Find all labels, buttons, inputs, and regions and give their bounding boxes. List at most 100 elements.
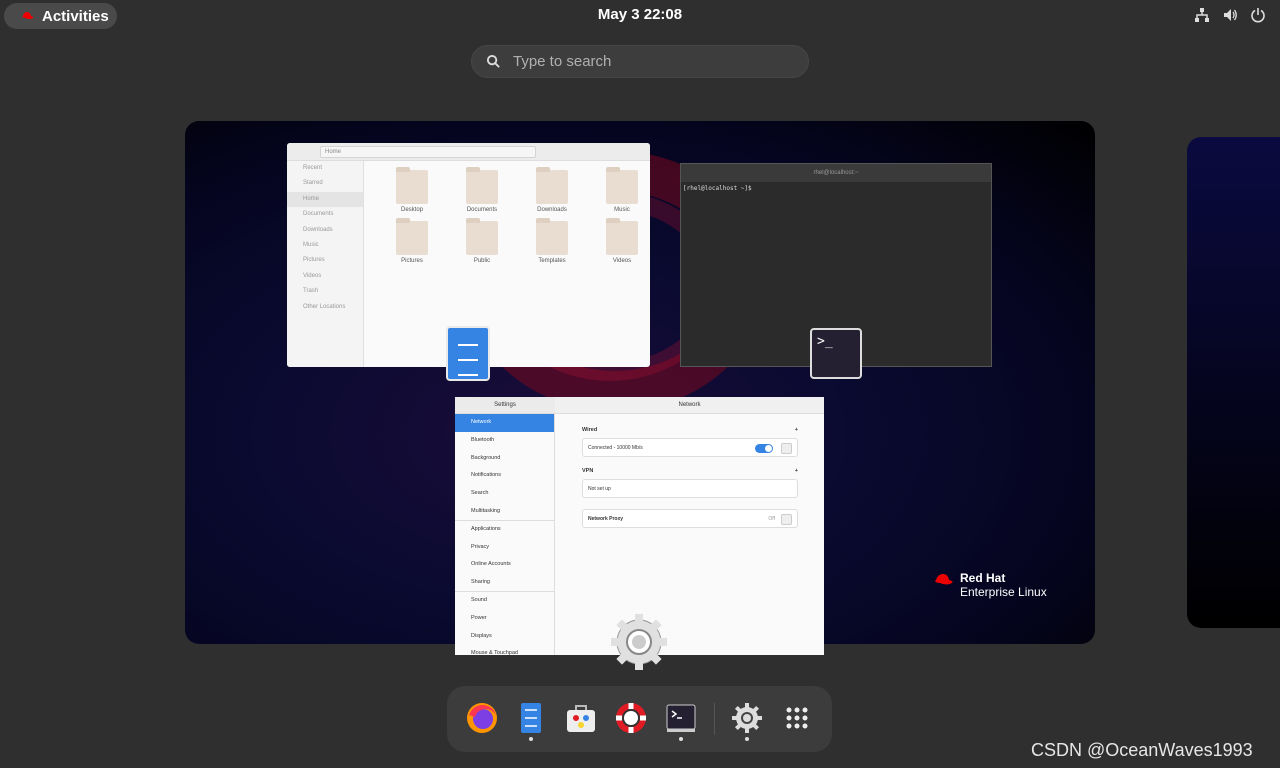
terminal-title: rhel@localhost:~ — [681, 164, 991, 182]
files-sidebar-item[interactable]: Trash — [287, 284, 363, 299]
settings-item-power[interactable]: Power — [455, 610, 554, 628]
watermark: CSDN @OceanWaves1993 — [1031, 740, 1253, 760]
settings-item-applications[interactable]: Applications — [455, 521, 554, 539]
drawer-line — [458, 334, 478, 346]
terminal-app-icon: >_ — [810, 328, 862, 379]
folder-item[interactable]: Downloads — [517, 167, 587, 213]
terminal-prompt[interactable]: [rhel@localhost ~]$ — [681, 182, 991, 195]
folder-icon — [606, 218, 638, 255]
wired-label: Wired — [582, 427, 598, 433]
vpn-section-header: VPN + — [582, 468, 798, 474]
network-panel: Wired + Connected - 10000 Mb/s VPN + Not… — [582, 427, 798, 539]
settings-item-multitasking[interactable]: Multitasking — [455, 503, 554, 521]
running-indicator — [679, 737, 683, 741]
files-sidebar-item[interactable]: Recent — [287, 161, 363, 176]
files-icon[interactable] — [514, 701, 548, 735]
settings-title: Settings — [455, 397, 555, 414]
wired-settings-button[interactable] — [781, 443, 792, 454]
search-input[interactable] — [513, 53, 783, 70]
settings-item-notifications[interactable]: Notifications — [455, 467, 554, 485]
files-sidebar-item[interactable]: Home — [287, 191, 363, 208]
settings-item-online-accounts[interactable]: Online Accounts — [455, 556, 554, 574]
folder-item[interactable]: Public — [447, 218, 517, 264]
wired-section-header: Wired + — [582, 427, 798, 433]
drawer-line — [458, 349, 478, 361]
system-tray[interactable] — [1194, 7, 1266, 23]
dash-separator — [714, 703, 715, 735]
top-bar: Activities May 3 22:08 — [0, 0, 1280, 32]
proxy-row[interactable]: Network Proxy Off — [582, 509, 798, 528]
power-icon[interactable] — [1250, 7, 1266, 23]
settings-item-sound[interactable]: Sound — [455, 592, 554, 610]
search-bar[interactable] — [471, 45, 809, 78]
settings-item-bluetooth[interactable]: Bluetooth — [455, 432, 554, 450]
files-sidebar-item[interactable]: Videos — [287, 269, 363, 284]
wired-connection-row: Connected - 10000 Mb/s — [582, 438, 798, 457]
folder-item[interactable]: Templates — [517, 218, 587, 264]
vpn-add-button[interactable]: + — [795, 468, 798, 474]
vpn-row: Not set up — [582, 479, 798, 498]
wired-toggle[interactable] — [755, 444, 773, 453]
folder-icon — [396, 218, 428, 255]
folder-icon — [536, 218, 568, 255]
files-sidebar-item[interactable]: Downloads — [287, 223, 363, 238]
settings-item-background[interactable]: Background — [455, 450, 554, 468]
app-grid-icon[interactable] — [780, 701, 814, 735]
brand-line1: Red Hat — [960, 571, 1006, 585]
activities-label: Activities — [42, 7, 109, 25]
running-indicator — [745, 737, 749, 741]
firefox-icon[interactable] — [465, 701, 499, 735]
files-sidebar-item[interactable]: Other Locations — [287, 300, 363, 315]
activities-button[interactable]: Activities — [4, 3, 117, 29]
files-sidebar-item[interactable]: Documents — [287, 207, 363, 222]
redhat-logo: Red Hat Enterprise Linux — [932, 571, 1047, 599]
settings-sidebar: Network Bluetooth Background Notificatio… — [455, 414, 555, 655]
wired-add-button[interactable]: + — [795, 427, 798, 433]
search-icon — [486, 54, 500, 68]
help-icon[interactable] — [614, 701, 648, 735]
folder-icon — [466, 218, 498, 255]
terminal-icon[interactable] — [664, 701, 698, 735]
files-grid: Desktop Documents Downloads Music Pictur… — [377, 167, 650, 264]
folder-item[interactable]: Videos — [587, 218, 650, 264]
redhat-icon — [22, 12, 34, 19]
folder-icon — [536, 167, 568, 204]
folder-item[interactable]: Desktop — [377, 167, 447, 213]
settings-item-sharing[interactable]: Sharing — [455, 574, 554, 592]
vpn-label: VPN — [582, 468, 594, 474]
volume-icon[interactable] — [1222, 7, 1238, 23]
settings-item-privacy[interactable]: Privacy — [455, 539, 554, 557]
proxy-state: Off — [768, 516, 775, 522]
settings-gear-icon — [611, 614, 667, 670]
proxy-settings-button[interactable] — [781, 514, 792, 525]
settings-item-mouse[interactable]: Mouse & Touchpad — [455, 645, 554, 655]
redhat-hat-icon — [935, 574, 953, 585]
network-icon[interactable] — [1194, 7, 1210, 23]
network-panel-title: Network — [555, 397, 824, 414]
folder-item[interactable]: Documents — [447, 167, 517, 213]
clock[interactable]: May 3 22:08 — [560, 6, 720, 23]
brand-line2: Enterprise Linux — [960, 585, 1047, 599]
files-headerbar: Home — [287, 143, 650, 161]
folder-item[interactable]: Music — [587, 167, 650, 213]
files-sidebar: Recent Starred Home Documents Downloads … — [287, 161, 364, 367]
next-workspace-thumbnail[interactable] — [1187, 137, 1280, 628]
settings-item-network[interactable]: Network — [455, 414, 554, 432]
files-sidebar-item[interactable]: Starred — [287, 176, 363, 191]
files-sidebar-item[interactable]: Music — [287, 238, 363, 253]
files-sidebar-item[interactable]: Pictures — [287, 253, 363, 268]
folder-icon — [466, 167, 498, 204]
settings-icon[interactable] — [730, 701, 764, 735]
folder-item[interactable]: Pictures — [377, 218, 447, 264]
settings-item-displays[interactable]: Displays — [455, 628, 554, 646]
drawer-line — [458, 364, 478, 376]
files-pathbar[interactable]: Home — [320, 146, 536, 158]
folder-icon — [396, 167, 428, 204]
wired-status: Connected - 10000 Mb/s — [588, 445, 643, 451]
proxy-label: Network Proxy — [588, 516, 624, 522]
dash — [447, 686, 832, 752]
running-indicator — [529, 737, 533, 741]
settings-item-search[interactable]: Search — [455, 485, 554, 503]
software-icon[interactable] — [564, 701, 598, 735]
files-app-icon — [446, 326, 490, 381]
